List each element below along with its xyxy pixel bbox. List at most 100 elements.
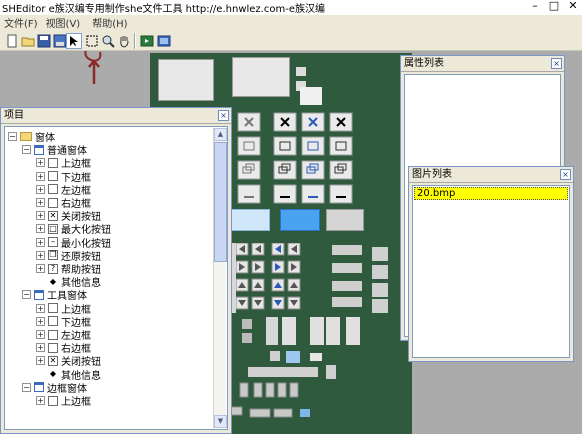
skin-small-piece [242,319,252,329]
tree-node[interactable]: + □ 最大化按钮 [36,222,111,236]
expand-icon[interactable]: + [36,396,45,405]
new-file-icon[interactable] [4,33,20,49]
tree-node[interactable]: + 下边框 [36,170,91,184]
expand-icon[interactable]: + [36,158,45,168]
frame-icon [48,329,58,340]
expand-icon[interactable]: + [36,184,45,194]
export-icon[interactable] [156,33,172,49]
open-folder-icon[interactable] [20,33,36,49]
skin-frame-preview [158,59,214,101]
close-icon[interactable]: × [560,169,571,180]
tree-node[interactable]: − 工具窗体 [22,288,87,302]
skin-small-piece [372,299,388,313]
tree-node[interactable]: + 左边框 [36,183,91,197]
tree-node[interactable]: + – 最小化按钮 [36,236,111,250]
expand-icon[interactable]: + [36,224,45,234]
skin-small-piece [270,351,280,361]
tree-node[interactable]: + ❐ 还原按钮 [36,249,101,263]
collapse-icon[interactable]: − [8,132,17,141]
expand-icon[interactable]: + [36,330,45,339]
skin-vertical-bar [310,317,324,345]
image-list-item[interactable]: 20.bmp [414,187,568,200]
collapse-icon[interactable]: − [22,290,31,300]
window-icon [34,382,44,393]
toolbar-separator [134,33,136,49]
info-icon: ◆ [49,369,57,379]
close-button-icon: ✕ [48,355,58,366]
skin-bar [230,209,270,231]
image-list[interactable]: 20.bmp [412,185,570,358]
skin-small-piece [310,353,322,361]
pan-hand-icon[interactable] [116,33,132,49]
scroll-up-arrow-icon[interactable]: ▲ [214,128,227,141]
expand-icon[interactable]: + [36,264,45,273]
tree-node[interactable]: ◆ 其他信息 [36,275,101,289]
close-icon[interactable]: × [218,110,229,121]
skin-bar [332,245,362,255]
tree-node[interactable]: + ✕ 关闭按钮 [36,354,101,368]
skin-vertical-bar [266,317,278,345]
collapse-icon[interactable]: − [22,382,31,392]
expand-icon[interactable]: + [36,237,45,247]
toolbar [0,30,582,51]
menu-file[interactable]: 文件(F) [0,15,42,30]
workspace[interactable]: 项目 × − 窗体 − 普通窗体 + 上边框 + 下边框 + 左边框 + 右边框 + ✕ 关闭按钮 + □ 最大化… [0,51,582,434]
select-arrow-icon[interactable] [66,33,82,49]
expand-icon[interactable]: + [36,356,45,366]
collapse-icon[interactable]: − [22,145,31,155]
expand-icon[interactable]: + [36,303,45,313]
skin-vertical-bar [346,317,360,345]
restore-icon: ❐ [48,250,58,261]
minimize-icon: – [48,237,58,248]
menu-view[interactable]: 视图(V) [42,15,85,30]
expand-icon[interactable]: + [36,316,45,326]
skin-small-piece [372,265,388,279]
image-panel-header: 图片列表 [409,167,573,183]
skin-bar [326,209,364,231]
tree-node[interactable]: +? 帮助按钮 [36,262,101,276]
skin-small-piece [372,247,388,261]
save-icon[interactable] [36,33,52,49]
expand-icon[interactable]: + [36,198,45,207]
tree-node-label: 上边框 [61,397,91,408]
tree-node[interactable]: − 窗体 [8,130,55,144]
expand-icon[interactable]: + [36,211,45,221]
expand-icon[interactable]: + [36,250,45,260]
close-icon[interactable]: × [551,58,562,69]
frame-icon [48,342,58,353]
expand-icon[interactable]: + [36,343,45,353]
tree-node[interactable]: + ✕ 关闭按钮 [36,209,101,223]
skin-vertical-bar [282,317,296,345]
frame-icon [48,157,58,168]
scroll-thumb[interactable] [214,142,227,262]
tree-node[interactable]: + 右边框 [36,196,91,210]
tree-node[interactable]: + 上边框 [36,302,91,316]
tree-node[interactable]: + 左边框 [36,328,91,342]
marquee-select-icon[interactable] [84,33,100,49]
project-tree-scrollbar[interactable]: ▲ ▼ [213,128,227,428]
menu-help[interactable]: 帮助(H) [88,15,131,30]
frame-icon [48,184,58,195]
expand-icon[interactable]: + [36,171,45,181]
skin-bar [332,297,362,307]
window-title: SHEditor e族汉编专用制作she文件工具 http://e.hnwlez… [2,4,325,15]
zoom-icon[interactable] [100,33,116,49]
tree-node[interactable]: ◆ 其他信息 [36,368,101,382]
window-icon [34,289,44,300]
preview-icon[interactable] [139,33,155,49]
skin-button-grid [237,112,353,204]
skin-arrow-grid [236,243,301,310]
skin-bar [280,209,320,231]
tree-node[interactable]: + 上边框 [36,156,91,170]
scroll-down-arrow-icon[interactable]: ▼ [214,415,227,428]
tree-node[interactable]: + 上边框 [36,394,91,408]
close-button-icon: ✕ [48,210,58,221]
minimize-button[interactable]: – [528,0,542,13]
tree-node[interactable]: − 边框窗体 [22,381,87,395]
close-button[interactable]: ✕ [566,0,580,13]
tree-node[interactable]: − 普通窗体 [22,143,87,157]
window-icon [34,144,44,155]
tree-node[interactable]: + 下边框 [36,315,91,329]
maximize-button[interactable]: □ [547,0,561,13]
tree-node[interactable]: + 右边框 [36,341,91,355]
